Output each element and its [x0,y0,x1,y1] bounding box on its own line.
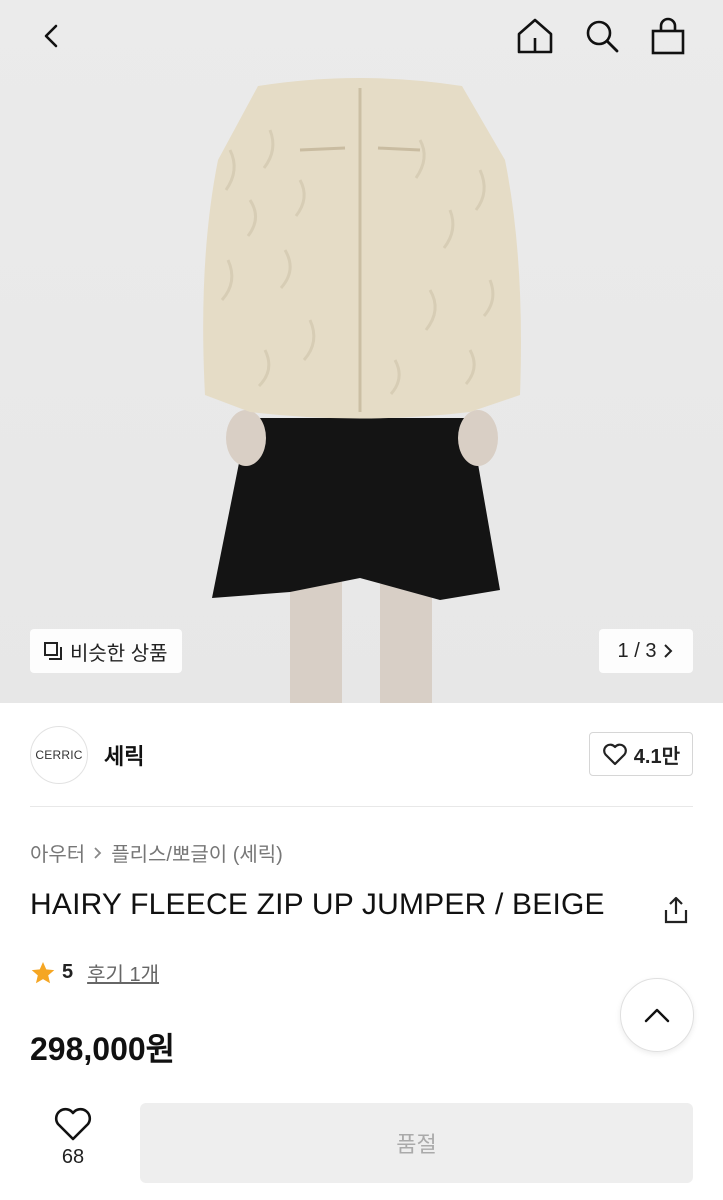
rating-score: 5 [62,961,74,983]
home-button[interactable] [513,14,557,58]
bag-icon [651,17,685,55]
divider [30,806,693,807]
wishlist-count: 68 [61,1146,85,1168]
similar-products-button[interactable]: 비슷한 상품 [30,629,182,673]
heart-icon [602,743,627,766]
brand-like-button[interactable]: 4.1만 [588,732,693,776]
star-icon [31,961,55,983]
product-photo [203,78,521,703]
breadcrumb-subcategory[interactable]: 플리스/뽀글이 (세릭) [111,838,283,867]
product-title: HAIRY FLEECE ZIP UP JUMPER / BEIGE [30,888,605,921]
chevron-up-icon [644,1008,670,1023]
brand-row[interactable]: CERRIC 세릭 4.1만 [30,724,693,786]
bottom-action-bar: 68 품절 [0,1090,723,1200]
cart-button[interactable] [646,14,690,58]
image-pager[interactable]: 1 / 3 [599,629,693,673]
breadcrumb: 아우터 플리스/뽀글이 (세릭) [30,838,283,867]
similar-products-label: 비슷한 상품 [70,642,168,665]
back-icon [44,24,58,48]
brand-name[interactable]: 세릭 [104,739,144,771]
home-icon [517,18,553,54]
brand-logo[interactable]: CERRIC [30,726,88,784]
back-button[interactable] [30,14,74,58]
similar-icon [44,642,62,660]
search-button[interactable] [580,14,624,58]
brand-logo-text: CERRIC [35,748,83,762]
soldout-button: 품절 [140,1103,693,1183]
chevron-right-icon [664,644,673,658]
chevron-right-icon [94,846,102,859]
heart-icon [54,1107,92,1141]
rating-row: 5 후기 1개 [30,958,159,987]
soldout-label: 품절 [396,1132,437,1157]
breadcrumb-category[interactable]: 아우터 [30,838,85,867]
pager-text: 1 / 3 [617,639,657,662]
brand-like-count: 4.1만 [633,745,680,768]
share-icon [664,896,688,924]
product-image-area[interactable]: 비슷한 상품 1 / 3 [0,0,723,703]
scroll-to-top-button[interactable] [620,978,694,1052]
product-price: 298,000원 [30,1031,176,1067]
top-navigation [0,0,723,80]
wishlist-button[interactable]: 68 [38,1106,108,1178]
share-button[interactable] [656,890,696,930]
reviews-link[interactable]: 후기 1개 [87,958,159,987]
search-icon [586,20,619,53]
